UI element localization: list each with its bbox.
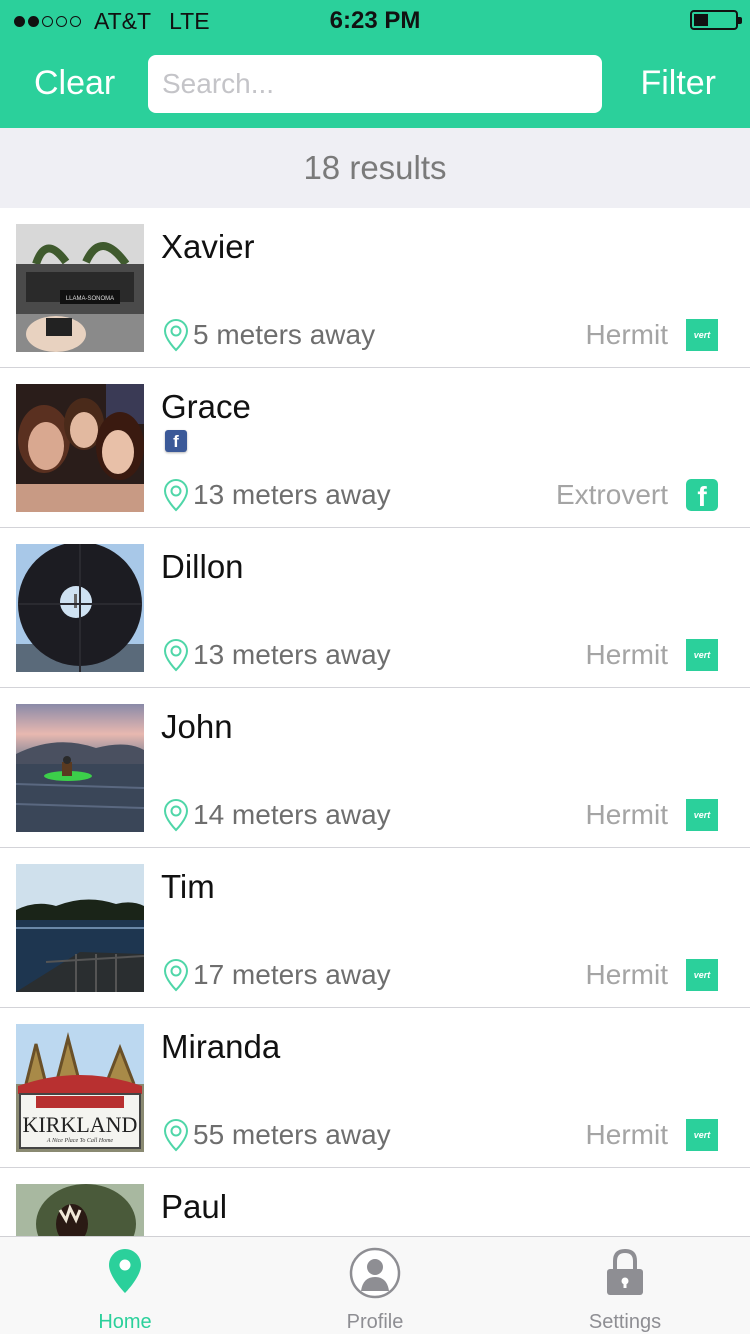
distance-label: 14 meters away [193,799,391,830]
vert-badge-icon: vert [686,319,718,351]
facebook-badge-icon: f [686,479,718,512]
person-name: Grace [161,388,251,425]
avatar: KIRKLAND A Nice Place To Call Home [16,1024,144,1152]
person-icon [349,1247,401,1299]
results-count: 18 results [303,149,447,186]
list-item[interactable]: Dillon 13 meters away Hermit vert [0,528,750,688]
vert-badge-icon: vert [686,959,718,991]
location-pin-icon [163,1118,189,1152]
results-count-bar: 18 results [0,128,750,208]
vert-badge-icon: vert [686,1119,718,1151]
filter-button[interactable]: Filter [640,64,716,103]
tab-bar: Home Profile Settings [0,1236,750,1334]
location-pin-icon [163,958,189,992]
lock-icon [607,1248,643,1295]
location-pin-icon [163,798,189,832]
search-box [148,55,602,113]
list-item[interactable]: Tim 17 meters away Hermit vert [0,848,750,1008]
person-name: Tim [161,868,215,905]
personality-type: Hermit [585,959,668,990]
person-name: Miranda [161,1028,281,1065]
distance-label: 5 meters away [193,319,376,350]
status-time: 6:23 PM [329,7,421,34]
list-item[interactable]: Grace f 13 meters away Extrovert f [0,368,750,528]
person-name: Paul [161,1188,228,1225]
location-pin-icon [163,478,189,512]
search-input[interactable] [148,55,602,113]
vert-badge-icon: vert [686,639,718,671]
people-list: LLAMA-SONOMA Xavier 5 meters away Hermit… [0,208,750,1236]
tab-label: Settings [588,1311,662,1333]
tab-settings[interactable]: Settings [500,1237,750,1334]
personality-type: Hermit [585,639,668,670]
personality-type: Extrovert [555,479,668,510]
tab-label: Profile [346,1311,404,1333]
avatar [16,1184,144,1236]
list-item[interactable]: Paul [0,1168,750,1236]
tab-label: Home [98,1311,152,1333]
svg-text:KIRKLAND: KIRKLAND [23,1112,138,1137]
location-pin-icon [109,1249,141,1293]
clear-button[interactable]: Clear [34,64,115,103]
header-bar: AT&T LTE 6:23 PM Clear Filter [0,0,750,128]
tab-home[interactable]: Home [0,1237,250,1334]
person-name: Dillon [161,548,244,585]
location-pin-icon [163,638,189,672]
location-pin-icon [163,318,189,352]
svg-text:A Nice Place To Call Home: A Nice Place To Call Home [46,1138,113,1144]
person-name: John [161,708,233,745]
personality-type: Hermit [585,319,668,350]
avatar: LLAMA-SONOMA [16,224,144,352]
list-item[interactable]: LLAMA-SONOMA Xavier 5 meters away Hermit… [0,208,750,368]
facebook-icon: f [165,430,187,452]
distance-label: 13 meters away [193,639,391,670]
tab-profile[interactable]: Profile [250,1237,500,1334]
person-name: Xavier [161,228,255,265]
avatar [16,864,144,992]
list-item[interactable]: John 14 meters away Hermit vert [0,688,750,848]
distance-label: 17 meters away [193,959,391,990]
avatar [16,384,144,512]
distance-label: 55 meters away [193,1119,391,1150]
avatar [16,544,144,672]
personality-type: Hermit [585,1119,668,1150]
distance-label: 13 meters away [193,479,391,510]
list-item[interactable]: KIRKLAND A Nice Place To Call Home Miran… [0,1008,750,1168]
personality-type: Hermit [585,799,668,830]
battery-icon [690,10,742,30]
svg-text:LLAMA-SONOMA: LLAMA-SONOMA [66,296,114,302]
status-bar: AT&T LTE 6:23 PM [0,0,750,40]
avatar [16,704,144,832]
vert-badge-icon: vert [686,799,718,831]
